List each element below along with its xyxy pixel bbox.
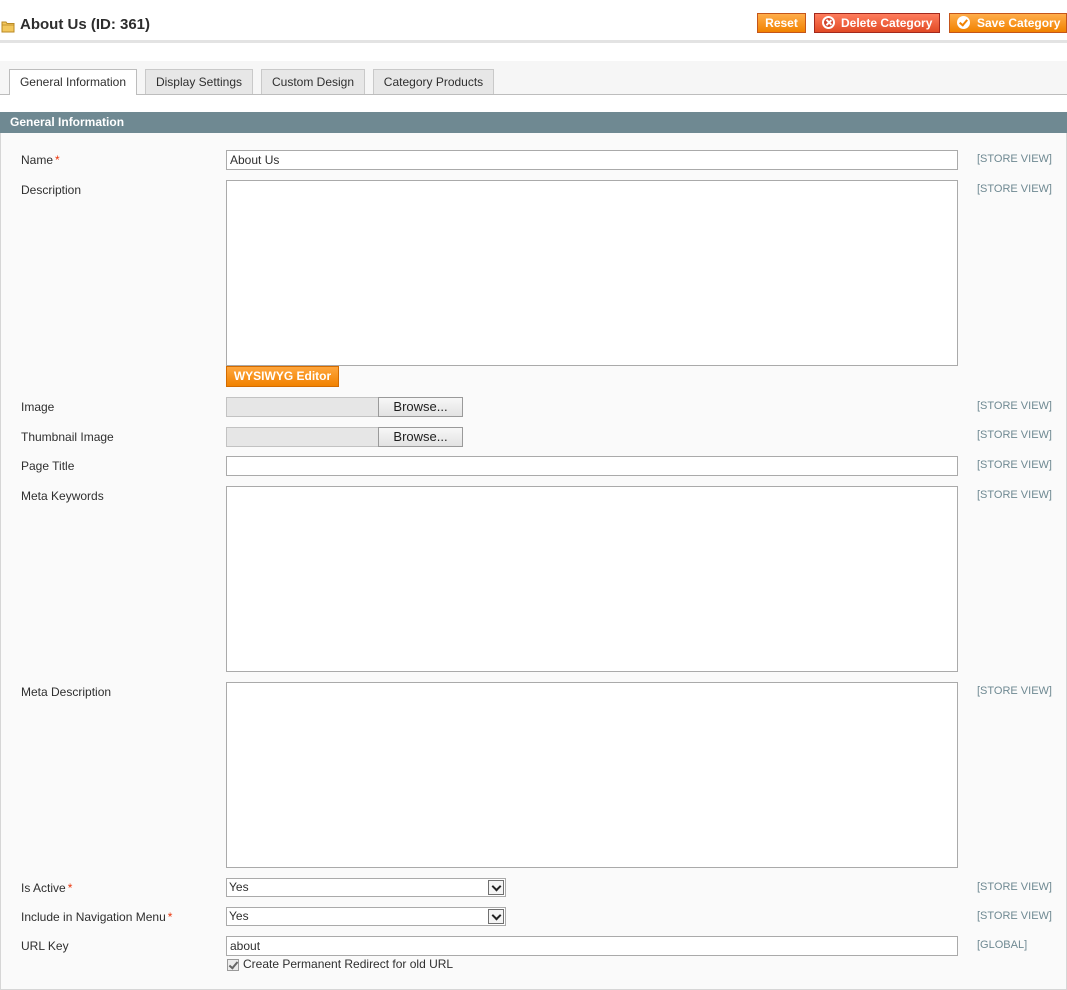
- include-in-menu-select[interactable]: Yes: [226, 907, 506, 926]
- meta-description-scope: [STORE VIEW]: [977, 685, 1052, 697]
- url-key-scope: [GLOBAL]: [977, 939, 1028, 951]
- chevron-down-icon[interactable]: [488, 880, 504, 895]
- name-label-text: Name: [21, 153, 54, 167]
- include-in-menu-scope: [STORE VIEW]: [977, 910, 1052, 922]
- name-label: Name *: [21, 153, 60, 167]
- is-active-scope: [STORE VIEW]: [977, 881, 1052, 893]
- tab-category-products[interactable]: Category Products: [373, 69, 494, 94]
- is-active-label: Is Active *: [21, 881, 72, 895]
- delete-icon: [822, 16, 835, 29]
- page-title: About Us (ID: 361): [20, 16, 151, 33]
- wysiwyg-editor-button[interactable]: WYSIWYG Editor: [226, 366, 339, 387]
- meta-keywords-label: Meta Keywords: [21, 489, 104, 503]
- tab-display-settings[interactable]: Display Settings: [145, 69, 253, 94]
- meta-description-label: Meta Description: [21, 685, 112, 699]
- tab-general-information[interactable]: General Information: [9, 69, 137, 95]
- name-input[interactable]: About Us: [226, 150, 958, 170]
- redirect-checkbox[interactable]: [227, 959, 239, 971]
- delete-category-button[interactable]: Delete Category: [814, 13, 940, 33]
- reset-button[interactable]: Reset: [757, 13, 806, 33]
- name-scope: [STORE VIEW]: [977, 153, 1052, 165]
- image-browse-button[interactable]: Browse...: [378, 397, 463, 417]
- meta-keywords-textarea[interactable]: [226, 486, 958, 672]
- required-marker: *: [55, 153, 60, 167]
- delete-category-label: Delete Category: [841, 16, 933, 30]
- meta-keywords-scope: [STORE VIEW]: [977, 489, 1052, 501]
- folder-icon: [1, 21, 15, 33]
- include-in-menu-label: Include in Navigation Menu *: [21, 910, 172, 924]
- check-icon: [957, 16, 970, 29]
- meta-description-textarea[interactable]: [226, 682, 958, 868]
- thumbnail-browse-button[interactable]: Browse...: [378, 427, 463, 447]
- section-header: General Information: [0, 112, 1067, 133]
- image-file-input[interactable]: [226, 397, 379, 417]
- url-key-input[interactable]: about: [226, 936, 958, 956]
- save-category-button[interactable]: Save Category: [949, 13, 1067, 33]
- chevron-down-icon[interactable]: [488, 909, 504, 924]
- page-title-input[interactable]: [226, 456, 958, 476]
- description-label: Description: [21, 183, 82, 197]
- description-textarea[interactable]: [226, 180, 958, 366]
- page-title-label: Page Title: [21, 459, 75, 473]
- thumbnail-label: Thumbnail Image: [21, 430, 114, 444]
- thumbnail-scope: [STORE VIEW]: [977, 429, 1052, 441]
- include-in-menu-value: Yes: [229, 909, 249, 923]
- page-title-scope: [STORE VIEW]: [977, 459, 1052, 471]
- thumbnail-file-input[interactable]: [226, 427, 379, 447]
- required-marker: *: [67, 881, 73, 895]
- url-key-label: URL Key: [21, 939, 69, 953]
- description-scope: [STORE VIEW]: [977, 183, 1052, 195]
- header-divider: [0, 40, 1067, 43]
- is-active-select[interactable]: Yes: [226, 878, 506, 897]
- is-active-value: Yes: [229, 880, 249, 894]
- include-in-menu-label-text: Include in Navigation Menu: [21, 910, 166, 924]
- tab-custom-design[interactable]: Custom Design: [261, 69, 365, 94]
- save-category-label: Save Category: [977, 16, 1061, 30]
- is-active-label-text: Is Active: [21, 881, 66, 895]
- image-scope: [STORE VIEW]: [977, 400, 1052, 412]
- redirect-label: Create Permanent Redirect for old URL: [243, 957, 454, 971]
- image-label: Image: [21, 400, 55, 414]
- required-marker: *: [167, 910, 173, 924]
